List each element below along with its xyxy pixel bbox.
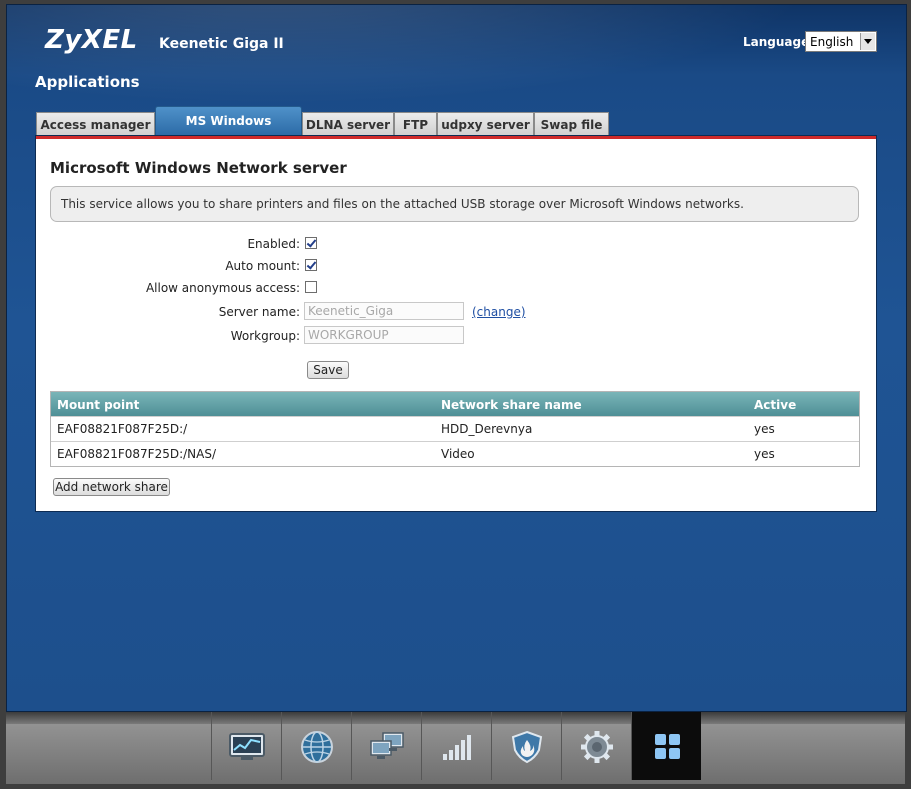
nav-security[interactable]	[491, 712, 561, 780]
anonymous-access-checkbox[interactable]	[305, 281, 317, 293]
auto-mount-label: Auto mount:	[225, 259, 300, 273]
globe-icon	[301, 731, 333, 763]
workgroup-label: Workgroup:	[230, 329, 300, 343]
language-value: English	[810, 35, 854, 49]
shares-table: Mount point Network share name Active EA…	[50, 391, 860, 467]
enabled-checkbox[interactable]	[305, 237, 317, 249]
server-name-field[interactable]: Keenetic_Giga	[304, 302, 464, 320]
table-row[interactable]: EAF08821F087F25D:/NAS/ Video yes	[51, 441, 859, 466]
save-button[interactable]: Save	[307, 361, 349, 379]
nav-internet[interactable]	[281, 712, 351, 780]
tab-dlna-server[interactable]: DLNA server	[302, 112, 394, 136]
auto-mount-checkbox[interactable]	[305, 259, 317, 271]
monitor-chart-icon	[229, 733, 265, 760]
bottom-navbar	[6, 712, 905, 784]
add-network-share-button[interactable]: Add network share	[53, 478, 170, 496]
nav-home-network[interactable]	[351, 712, 421, 780]
content-panel: Microsoft Windows Network server This se…	[36, 136, 876, 511]
nav-applications[interactable]	[631, 712, 701, 780]
window-frame: ZyXEL Keenetic Giga II Language: English…	[0, 0, 911, 789]
column-header-share-name: Network share name	[441, 398, 582, 412]
server-name-label: Server name:	[218, 305, 300, 319]
table-row[interactable]: EAF08821F087F25D:/ HDD_Derevnya yes	[51, 416, 859, 441]
gear-icon	[581, 731, 613, 763]
language-select[interactable]: English	[805, 31, 877, 52]
product-name: Keenetic Giga II	[159, 36, 284, 52]
apps-grid-icon	[655, 734, 680, 759]
brand-logo: ZyXEL	[45, 25, 138, 55]
mount-point-cell: EAF08821F087F25D:/NAS/	[57, 447, 217, 461]
tab-ms-windows-network[interactable]: MS Windows Network	[155, 106, 302, 156]
column-header-mount-point: Mount point	[57, 398, 140, 412]
anonymous-access-label: Allow anonymous access:	[145, 281, 300, 295]
chevron-down-icon[interactable]	[860, 33, 875, 50]
panel-title: Microsoft Windows Network server	[50, 159, 347, 177]
info-box: This service allows you to share printer…	[50, 186, 859, 222]
page-title: Applications	[35, 73, 140, 91]
enabled-label: Enabled:	[247, 237, 300, 251]
workgroup-field[interactable]: WORKGROUP	[304, 326, 464, 344]
table-header: Mount point Network share name Active	[51, 392, 859, 416]
signal-bars-icon	[443, 735, 471, 760]
active-cell: yes	[754, 422, 775, 436]
nav-system[interactable]	[561, 712, 631, 780]
tab-udpxy-server[interactable]: udpxy server	[437, 112, 534, 136]
tab-ftp[interactable]: FTP	[394, 112, 437, 136]
tab-swap-file[interactable]: Swap file	[534, 112, 609, 136]
nav-wifi[interactable]	[421, 712, 491, 780]
active-cell: yes	[754, 447, 775, 461]
share-name-cell: Video	[441, 447, 475, 461]
share-name-cell: HDD_Derevnya	[441, 422, 533, 436]
shield-fire-icon	[511, 730, 543, 764]
network-computers-icon	[370, 732, 404, 759]
main-area: ZyXEL Keenetic Giga II Language: English…	[6, 4, 907, 712]
mount-point-cell: EAF08821F087F25D:/	[57, 422, 188, 436]
column-header-active: Active	[754, 398, 797, 412]
nav-system-monitor[interactable]	[211, 712, 281, 780]
language-label: Language:	[743, 35, 815, 49]
change-server-name-link[interactable]: (change)	[472, 305, 526, 319]
tab-access-manager[interactable]: Access manager	[36, 112, 155, 136]
